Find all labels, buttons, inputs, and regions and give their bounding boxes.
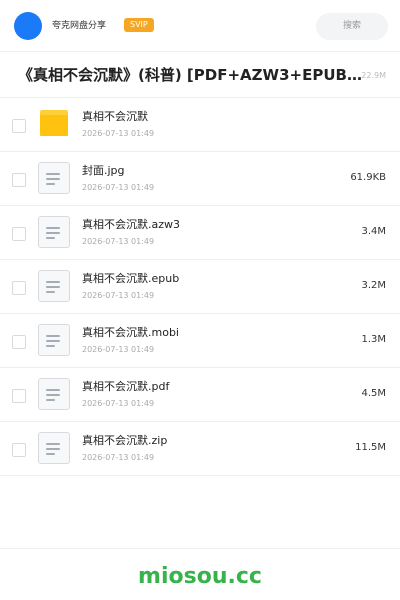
select-checkbox[interactable] [12, 281, 26, 295]
file-name[interactable]: 真相不会沉默.zip [82, 434, 167, 448]
search-input[interactable]: 搜索 [316, 13, 388, 40]
folder-size: 22.9M [361, 71, 386, 80]
file-date: 2026-07-13 01:49 [82, 129, 155, 138]
svip-badge: SVIP [124, 18, 154, 32]
select-checkbox[interactable] [12, 443, 26, 457]
select-checkbox[interactable] [12, 119, 26, 133]
file-name[interactable]: 真相不会沉默.mobi [82, 326, 179, 340]
folder-icon [40, 110, 68, 136]
file-size: 3.2M [361, 280, 386, 291]
select-checkbox[interactable] [12, 335, 26, 349]
file-size: 1.3M [361, 334, 386, 345]
file-name[interactable]: 真相不会沉默.epub [82, 272, 179, 286]
file-size: 61.9KB [350, 172, 386, 183]
list-item[interactable]: 封面.jpg 2026-07-13 01:49 61.9KB [0, 152, 400, 206]
list-item[interactable]: 真相不会沉默.azw3 2026-07-13 01:49 3.4M [0, 206, 400, 260]
file-icon [38, 324, 70, 356]
file-name[interactable]: 封面.jpg [82, 164, 125, 178]
select-checkbox[interactable] [12, 227, 26, 241]
header: 夸克网盘分享 SVIP 搜索 [0, 0, 400, 52]
file-date: 2026-07-13 01:49 [82, 399, 155, 408]
avatar[interactable] [14, 12, 42, 40]
file-size: 11.5M [355, 442, 386, 453]
file-date: 2026-07-13 01:49 [82, 291, 155, 300]
list-item[interactable]: 真相不会沉默.pdf 2026-07-13 01:49 4.5M [0, 368, 400, 422]
file-date: 2026-07-13 01:49 [82, 183, 155, 192]
list-item[interactable]: 真相不会沉默.epub 2026-07-13 01:49 3.2M [0, 260, 400, 314]
file-name[interactable]: 真相不会沉默 [82, 110, 148, 124]
file-size: 4.5M [361, 388, 386, 399]
file-date: 2026-07-13 01:49 [82, 237, 155, 246]
list-item[interactable]: 真相不会沉默 2026-07-13 01:49 [0, 98, 400, 152]
file-icon [38, 432, 70, 464]
file-size: 3.4M [361, 226, 386, 237]
file-name[interactable]: 真相不会沉默.azw3 [82, 218, 180, 232]
list-item[interactable]: 真相不会沉默.zip 2026-07-13 01:49 11.5M [0, 422, 400, 476]
file-icon [38, 162, 70, 194]
file-icon [38, 216, 70, 248]
list-item[interactable]: 真相不会沉默.mobi 2026-07-13 01:49 1.3M [0, 314, 400, 368]
page-title: 《真相不会沉默》(科普) [PDF+AZW3+EPUB+MOBI+TXT] [18, 66, 370, 84]
footer-divider [0, 548, 400, 549]
select-checkbox[interactable] [12, 173, 26, 187]
share-name[interactable]: 夸克网盘分享 [52, 19, 106, 33]
file-icon [38, 270, 70, 302]
file-date: 2026-07-13 01:49 [82, 345, 155, 354]
file-name[interactable]: 真相不会沉默.pdf [82, 380, 169, 394]
file-icon [38, 378, 70, 410]
folder-title-row: 《真相不会沉默》(科普) [PDF+AZW3+EPUB+MOBI+TXT] 22… [0, 52, 400, 98]
footer-brand[interactable]: miosou.cc [0, 562, 400, 592]
file-date: 2026-07-13 01:49 [82, 453, 155, 462]
select-checkbox[interactable] [12, 389, 26, 403]
